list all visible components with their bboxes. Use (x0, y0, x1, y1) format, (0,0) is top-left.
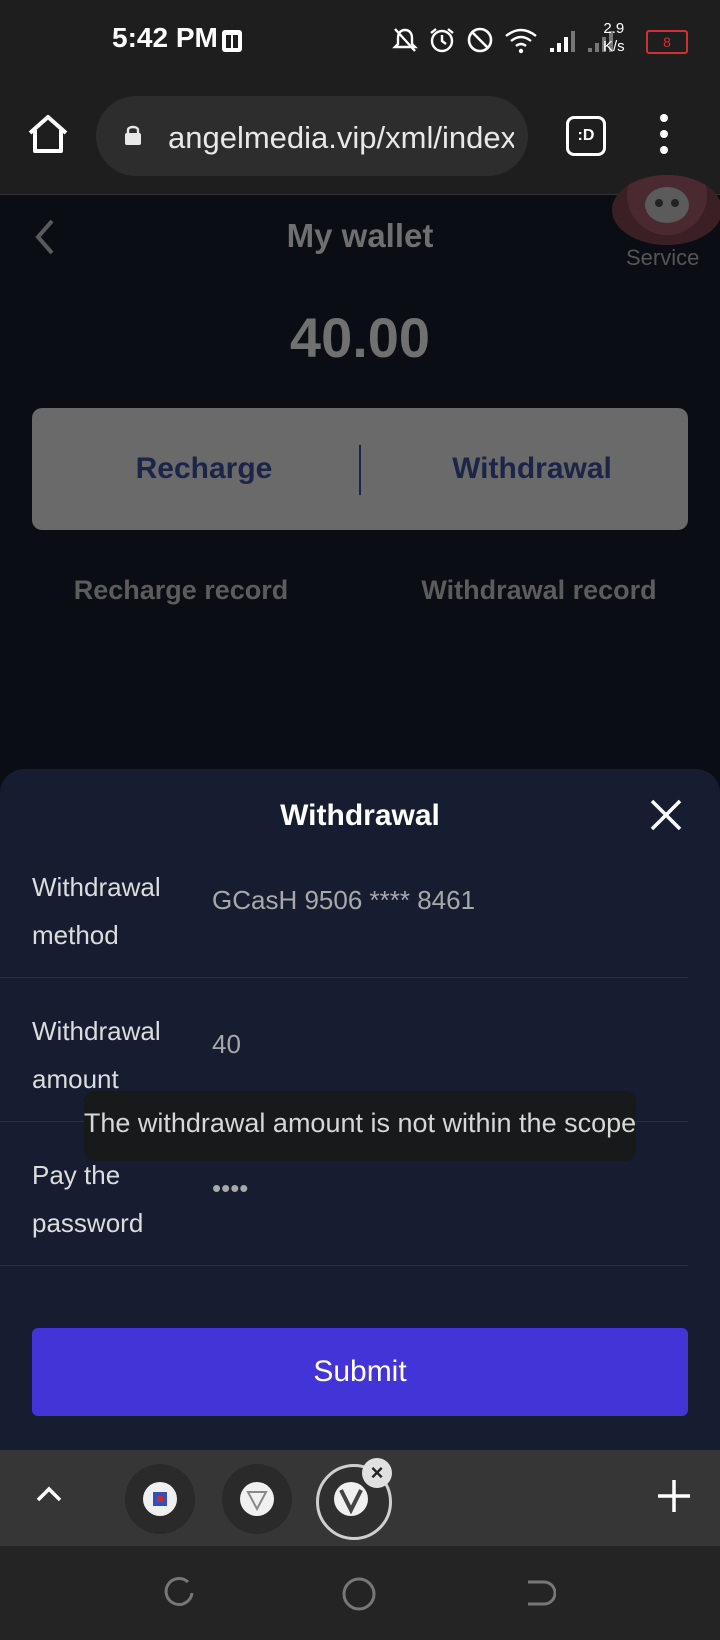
service-avatar[interactable] (612, 175, 720, 245)
close-tab-icon[interactable]: × (362, 1458, 392, 1488)
label-line: password (32, 1208, 144, 1238)
notifications-off-icon (392, 28, 418, 52)
label-line: method (32, 920, 119, 950)
withdrawal-amount-label: Withdrawal amount (32, 1007, 182, 1103)
wallet-actions-card: Recharge Withdrawal (32, 408, 688, 530)
divider (359, 445, 361, 495)
page-title: My wallet (286, 217, 434, 254)
alarm-icon (430, 28, 454, 53)
submit-button[interactable]: Submit (32, 1328, 688, 1416)
site-favicon-icon (143, 1482, 177, 1516)
withdrawal-method-row[interactable]: Withdrawal method GCasH 9506 **** 8461 (0, 833, 688, 978)
tab-strip: × (0, 1450, 720, 1546)
more-menu-icon[interactable] (652, 112, 676, 156)
wifi-icon (505, 28, 537, 54)
sheet-title: Withdrawal (280, 799, 440, 832)
customer-service-icon (627, 175, 707, 235)
status-bar: 5:42 PM 2.9 K/s 8 (0, 0, 720, 84)
withdrawal-button[interactable]: Withdrawal (376, 408, 688, 530)
home-icon[interactable] (26, 112, 70, 156)
do-not-disturb-icon (467, 27, 493, 53)
label-line: Withdrawal (32, 872, 161, 902)
recharge-record-link[interactable]: Recharge record (36, 575, 326, 606)
address-bar[interactable]: angelmedia.vip/xml/index (96, 96, 528, 176)
home-nav-icon[interactable] (341, 1576, 377, 1612)
site-favicon-icon (240, 1482, 274, 1516)
withdrawal-amount-input[interactable]: 40 (212, 1029, 241, 1060)
plus-icon[interactable] (654, 1476, 694, 1516)
tab-thumbnail[interactable] (125, 1464, 195, 1534)
toast-message: The withdrawal amount is not within the … (83, 1108, 637, 1138)
network-speed: 2.9 K/s (603, 20, 625, 56)
tab-switcher-button[interactable]: :D (566, 116, 606, 156)
browser-toolbar: angelmedia.vip/xml/index :D (0, 84, 720, 195)
recents-icon[interactable] (162, 1576, 196, 1610)
service-label[interactable]: Service (626, 245, 699, 271)
withdrawal-method-value[interactable]: GCasH 9506 **** 8461 (212, 885, 475, 916)
sim-icon (222, 30, 242, 52)
site-favicon-icon (334, 1482, 368, 1516)
wallet-balance: 40.00 (289, 306, 431, 369)
chevron-up-icon[interactable] (34, 1480, 64, 1510)
label-line: Withdrawal (32, 1016, 161, 1046)
tab-thumbnail[interactable] (222, 1464, 292, 1534)
system-nav-bar (0, 1546, 720, 1640)
network-speed-unit: K/s (603, 38, 625, 55)
status-time: 5:42 PM (112, 22, 218, 53)
close-icon[interactable] (648, 797, 684, 833)
back-nav-icon[interactable] (522, 1576, 556, 1610)
signal-icon (550, 31, 575, 52)
url-text: angelmedia.vip/xml/index (168, 120, 514, 155)
withdrawal-record-link[interactable]: Withdrawal record (394, 575, 684, 606)
pay-password-label: Pay the password (32, 1151, 182, 1247)
battery-indicator: 8 (646, 30, 688, 54)
pay-password-input[interactable]: •••• (212, 1173, 248, 1204)
status-icons (392, 26, 614, 54)
network-speed-value: 2.9 (603, 20, 625, 37)
lock-icon (125, 125, 141, 145)
withdrawal-method-label: Withdrawal method (32, 863, 182, 959)
recharge-button[interactable]: Recharge (32, 408, 376, 530)
